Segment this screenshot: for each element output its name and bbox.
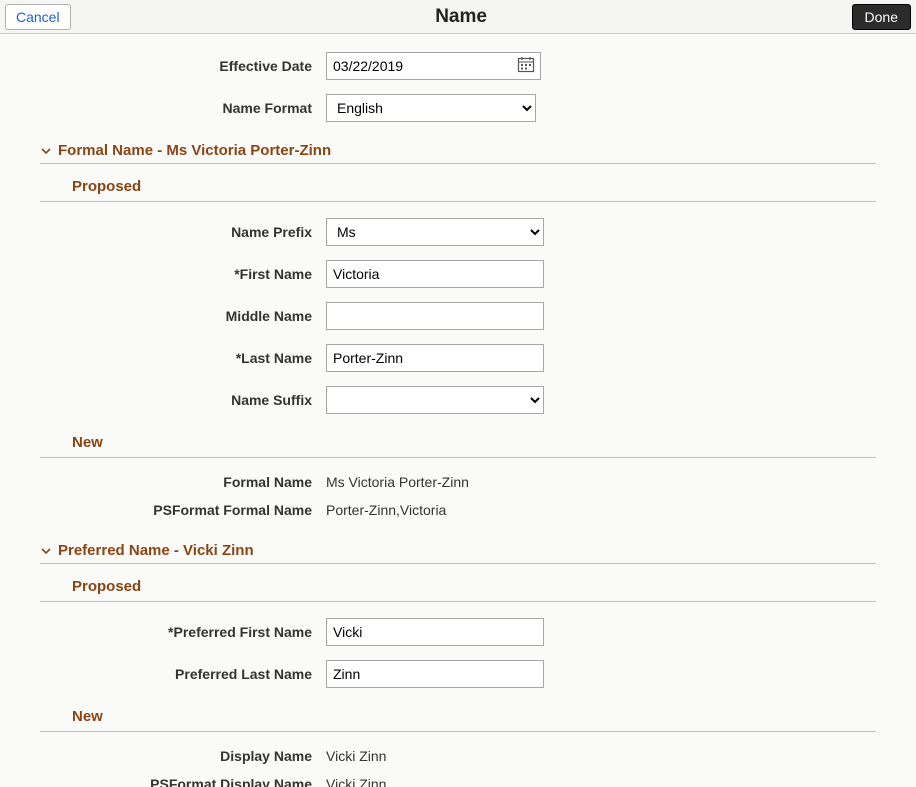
name-prefix-row: Name Prefix Ms [40, 218, 876, 246]
name-format-select[interactable]: English [326, 94, 536, 122]
name-format-row: Name Format English [40, 94, 876, 122]
preferred-first-name-row: *Preferred First Name [40, 618, 876, 646]
formal-name-section-header[interactable]: Formal Name - Ms Victoria Porter-Zinn [40, 136, 876, 164]
display-name-value: Vicki Zinn [326, 748, 386, 764]
name-suffix-row: Name Suffix [40, 386, 876, 414]
cancel-button[interactable]: Cancel [5, 4, 71, 30]
psformat-display-value: Vicki Zinn [326, 776, 386, 787]
calendar-icon[interactable] [517, 56, 535, 77]
display-name-row: Display Name Vicki Zinn [40, 748, 876, 764]
name-prefix-select[interactable]: Ms [326, 218, 544, 246]
name-suffix-label: Name Suffix [40, 392, 326, 408]
psformat-display-label: PSFormat Display Name [40, 776, 326, 787]
effective-date-label: Effective Date [40, 58, 326, 74]
psformat-display-row: PSFormat Display Name Vicki Zinn [40, 776, 876, 787]
preferred-last-name-label: Preferred Last Name [40, 666, 326, 682]
done-button[interactable]: Done [852, 4, 911, 30]
effective-date-input[interactable] [326, 52, 541, 80]
content-area: Effective Date [0, 34, 916, 787]
preferred-name-section-header[interactable]: Preferred Name - Vicki Zinn [40, 536, 876, 564]
psformat-formal-row: PSFormat Formal Name Porter-Zinn,Victori… [40, 502, 876, 518]
effective-date-row: Effective Date [40, 52, 876, 80]
preferred-first-name-input[interactable] [326, 618, 544, 646]
first-name-input[interactable] [326, 260, 544, 288]
name-prefix-label: Name Prefix [40, 224, 326, 240]
last-name-input[interactable] [326, 344, 544, 372]
formal-name-value: Ms Victoria Porter-Zinn [326, 474, 469, 490]
first-name-row: *First Name [40, 260, 876, 288]
middle-name-input[interactable] [326, 302, 544, 330]
page-header: Cancel Name Done [0, 0, 916, 34]
last-name-row: *Last Name [40, 344, 876, 372]
formal-proposed-header: Proposed [40, 164, 876, 202]
preferred-new-header: New [40, 702, 876, 732]
psformat-formal-value: Porter-Zinn,Victoria [326, 502, 446, 518]
last-name-label: *Last Name [40, 350, 326, 366]
preferred-name-section-title: Preferred Name - Vicki Zinn [58, 542, 254, 559]
preferred-last-name-input[interactable] [326, 660, 544, 688]
formal-name-row: Formal Name Ms Victoria Porter-Zinn [40, 474, 876, 490]
chevron-down-icon [40, 145, 52, 157]
preferred-proposed-header: Proposed [40, 564, 876, 602]
formal-new-header: New [40, 428, 876, 458]
preferred-first-name-label: *Preferred First Name [40, 624, 326, 640]
formal-name-label: Formal Name [40, 474, 326, 490]
display-name-label: Display Name [40, 748, 326, 764]
page-title: Name [71, 6, 852, 28]
formal-name-section-title: Formal Name - Ms Victoria Porter-Zinn [58, 142, 331, 159]
name-suffix-select[interactable] [326, 386, 544, 414]
preferred-last-name-row: Preferred Last Name [40, 660, 876, 688]
chevron-down-icon [40, 545, 52, 557]
middle-name-row: Middle Name [40, 302, 876, 330]
first-name-label: *First Name [40, 266, 326, 282]
name-format-label: Name Format [40, 100, 326, 116]
middle-name-label: Middle Name [40, 308, 326, 324]
psformat-formal-label: PSFormat Formal Name [40, 502, 326, 518]
